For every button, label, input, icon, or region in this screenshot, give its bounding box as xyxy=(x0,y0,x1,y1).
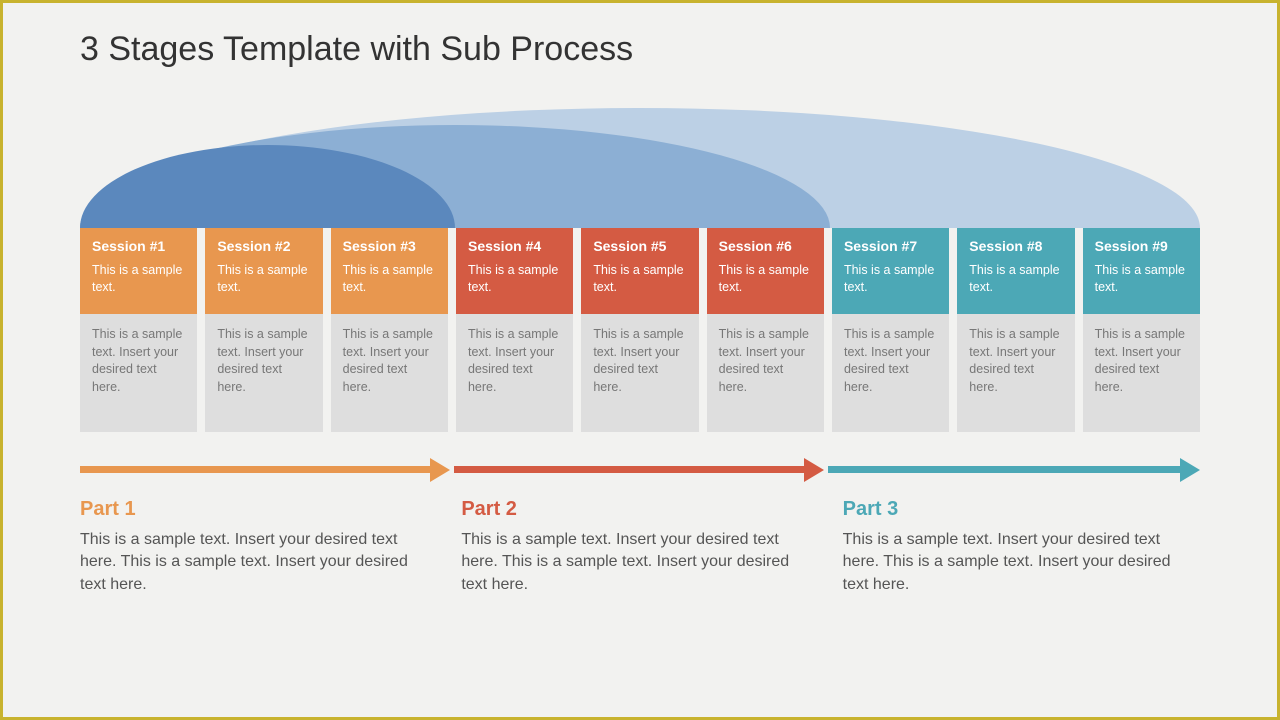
session-title: Session #9 xyxy=(1095,238,1188,254)
part-block: Part 3 This is a sample text. Insert your… xyxy=(843,492,1200,596)
session-detail: This is a sample text. Insert your desir… xyxy=(331,314,448,432)
session-subtext: This is a sample text. xyxy=(1095,262,1188,296)
session-title: Session #7 xyxy=(844,238,937,254)
session-card: Session #3 This is a sample text. This is … xyxy=(331,228,448,432)
arrows-row xyxy=(80,460,1200,484)
part-block: Part 1 This is a sample text. Insert your… xyxy=(80,492,437,596)
part-title: Part 3 xyxy=(843,498,1200,521)
session-subtext: This is a sample text. xyxy=(844,262,937,296)
session-detail: This is a sample text. Insert your desir… xyxy=(205,314,322,432)
session-subtext: This is a sample text. xyxy=(719,262,812,296)
part-title: Part 2 xyxy=(461,498,818,521)
session-header: Session #6 This is a sample text. xyxy=(707,228,824,314)
part-block: Part 2 This is a sample text. Insert your… xyxy=(461,492,818,596)
arrow-head-icon xyxy=(430,458,450,482)
session-header: Session #7 This is a sample text. xyxy=(832,228,949,314)
arrow-part-1 xyxy=(80,466,450,473)
sessions-row: Session #1 This is a sample text. This is … xyxy=(80,228,1200,432)
part-title: Part 1 xyxy=(80,498,437,521)
parts-row: Part 1 This is a sample text. Insert your… xyxy=(80,492,1200,596)
session-subtext: This is a sample text. xyxy=(217,262,310,296)
session-card: Session #6 This is a sample text. This is … xyxy=(707,228,824,432)
arrow-part-2 xyxy=(454,466,824,473)
session-card: Session #1 This is a sample text. This is … xyxy=(80,228,197,432)
session-card: Session #2 This is a sample text. This is … xyxy=(205,228,322,432)
session-card: Session #4 This is a sample text. This is … xyxy=(456,228,573,432)
slide-title: 3 Stages Template with Sub Process xyxy=(80,30,633,69)
session-detail: This is a sample text. Insert your desir… xyxy=(832,314,949,432)
session-card: Session #5 This is a sample text. This is … xyxy=(581,228,698,432)
arrow-part-3 xyxy=(828,466,1200,473)
arrow-shaft xyxy=(454,466,804,473)
session-header: Session #4 This is a sample text. xyxy=(456,228,573,314)
session-title: Session #5 xyxy=(593,238,686,254)
part-body: This is a sample text. Insert your desir… xyxy=(461,529,818,596)
session-subtext: This is a sample text. xyxy=(593,262,686,296)
arrow-head-icon xyxy=(804,458,824,482)
session-subtext: This is a sample text. xyxy=(969,262,1062,296)
session-detail: This is a sample text. Insert your desir… xyxy=(957,314,1074,432)
session-card: Session #8 This is a sample text. This is … xyxy=(957,228,1074,432)
session-header: Session #2 This is a sample text. xyxy=(205,228,322,314)
session-header: Session #3 This is a sample text. xyxy=(331,228,448,314)
session-detail: This is a sample text. Insert your desir… xyxy=(456,314,573,432)
part-body: This is a sample text. Insert your desir… xyxy=(80,529,437,596)
session-header: Session #1 This is a sample text. xyxy=(80,228,197,314)
session-detail: This is a sample text. Insert your desir… xyxy=(707,314,824,432)
session-title: Session #3 xyxy=(343,238,436,254)
part-body: This is a sample text. Insert your desir… xyxy=(843,529,1200,596)
arrow-shaft xyxy=(828,466,1180,473)
session-detail: This is a sample text. Insert your desir… xyxy=(581,314,698,432)
session-header: Session #8 This is a sample text. xyxy=(957,228,1074,314)
session-header: Session #5 This is a sample text. xyxy=(581,228,698,314)
session-title: Session #6 xyxy=(719,238,812,254)
session-title: Session #8 xyxy=(969,238,1062,254)
session-title: Session #2 xyxy=(217,238,310,254)
arrow-shaft xyxy=(80,466,430,473)
session-card: Session #9 This is a sample text. This is … xyxy=(1083,228,1200,432)
session-subtext: This is a sample text. xyxy=(468,262,561,296)
session-title: Session #1 xyxy=(92,238,185,254)
session-header: Session #9 This is a sample text. xyxy=(1083,228,1200,314)
session-subtext: This is a sample text. xyxy=(92,262,185,296)
session-detail: This is a sample text. Insert your desir… xyxy=(80,314,197,432)
session-detail: This is a sample text. Insert your desir… xyxy=(1083,314,1200,432)
arrow-head-icon xyxy=(1180,458,1200,482)
session-title: Session #4 xyxy=(468,238,561,254)
session-subtext: This is a sample text. xyxy=(343,262,436,296)
session-card: Session #7 This is a sample text. This is … xyxy=(832,228,949,432)
